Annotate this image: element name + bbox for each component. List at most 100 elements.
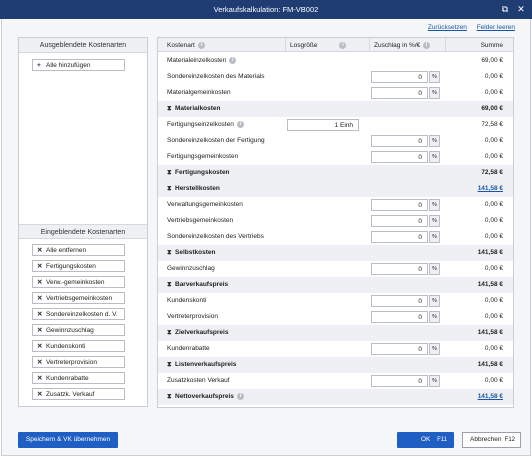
column-divider <box>445 38 446 52</box>
shown-cost-label: Kundenskonti <box>46 343 86 350</box>
remove-icon: ✕ <box>37 375 43 382</box>
ok-button[interactable]: OK F11 <box>397 432 454 448</box>
row-label: Sondereinzelkosten des Vertriebs <box>167 233 264 240</box>
surcharge-input[interactable]: 0 <box>371 151 428 163</box>
unit-toggle[interactable]: % <box>429 295 440 307</box>
info-icon[interactable]: i <box>229 57 237 64</box>
shown-cost-item[interactable]: ✕ Sondereinzelkosten d. V. <box>32 308 125 320</box>
shown-cost-item[interactable]: ✕ Fertigungskosten <box>32 260 125 272</box>
row-label: Verwaltungsgemeinkosten <box>167 201 243 208</box>
row-label-text: Barverkaufspreis <box>175 281 229 288</box>
sum-link[interactable]: 141,58 € <box>478 185 503 192</box>
info-icon[interactable]: i <box>236 393 244 400</box>
row-label-text: Sondereinzelkosten des Materials <box>167 73 265 80</box>
row-sum: 0,00 € <box>484 233 503 240</box>
shown-cost-item[interactable]: ✕ Zusatzk. Verkauf <box>32 388 125 400</box>
row-sum: 141,58 € <box>477 329 503 336</box>
unit-toggle[interactable]: % <box>429 343 440 355</box>
shown-cost-label: Gewinnzuschlag <box>46 327 94 334</box>
row-sum: 0,00 € <box>484 201 503 208</box>
unit-toggle[interactable]: % <box>429 135 440 147</box>
clear-fields-link[interactable]: Felder leeren <box>477 24 515 31</box>
surcharge-input[interactable]: 0 <box>371 71 428 83</box>
unit-toggle[interactable]: % <box>429 151 440 163</box>
shown-cost-item[interactable]: ✕ Gewinnzuschlag <box>32 324 125 336</box>
row-label: Vertriebsgemeinkosten <box>167 217 233 224</box>
shown-cost-item[interactable]: ✕ Kundenskonti <box>32 340 125 352</box>
table-row: Sondereinzelkosten der Fertigung 0% 0,00 € <box>158 133 513 149</box>
row-sum: 0,00 € <box>484 313 503 320</box>
popout-icon[interactable]: ⧉ <box>498 2 512 16</box>
surcharge-input[interactable]: 0 <box>371 263 428 275</box>
sum-icon: ⧗ <box>167 281 172 288</box>
info-icon[interactable]: i <box>423 42 431 49</box>
table-row: Fertigungsgemeinkosten 0% 0,00 € <box>158 149 513 165</box>
row-sum: 0,00 € <box>484 377 503 384</box>
row-label: Fertigungsgemeinkosten <box>167 153 238 160</box>
save-and-apply-vk-button[interactable]: Speichern & VK übernehmen <box>18 432 118 448</box>
shown-cost-item[interactable]: ✕ Vertreterprovision <box>32 356 125 368</box>
lot-size-input[interactable]: 1 Einh <box>287 119 359 131</box>
row-label-text: Kundenskonti <box>167 297 207 304</box>
unit-toggle[interactable]: % <box>429 87 440 99</box>
shown-cost-item[interactable]: ✕ Verw.-gemeinkosten <box>32 276 125 288</box>
sum-icon: ⧗ <box>167 329 172 336</box>
surcharge-input[interactable]: 0 <box>371 215 428 227</box>
plus-icon: + <box>37 62 41 69</box>
hidden-costs-title: Ausgeblendete Kostenarten <box>19 38 147 53</box>
unit-toggle[interactable]: % <box>429 199 440 211</box>
row-label: ⧗ Herstellkosten <box>167 185 220 193</box>
shown-cost-label: Vertreterprovision <box>46 359 97 366</box>
row-label-text: Zielverkaufspreis <box>175 329 229 336</box>
row-label-text: Selbstkosten <box>175 249 216 256</box>
subtotal-row: ⧗ Nettoverkaufspreis i 141,58 € <box>158 389 513 405</box>
row-sum: 141,58 € <box>477 361 503 368</box>
unit-toggle[interactable]: % <box>429 375 440 387</box>
shown-cost-item[interactable]: ✕ Kundenrabatte <box>32 372 125 384</box>
sum-icon: ⧗ <box>167 169 172 176</box>
shown-cost-item[interactable]: ✕ Vertriebsgemeinkosten <box>32 292 125 304</box>
unit-toggle[interactable]: % <box>429 71 440 83</box>
surcharge-input[interactable]: 0 <box>371 135 428 147</box>
close-icon[interactable]: ✕ <box>514 2 528 16</box>
surcharge-input[interactable]: 0 <box>371 87 428 99</box>
surcharge-input[interactable]: 0 <box>371 231 428 243</box>
cancel-button[interactable]: Abbrechen F12 <box>462 432 521 448</box>
row-sum: 0,00 € <box>484 297 503 304</box>
remove-all-button[interactable]: ✕ Alle entfernen <box>32 244 125 256</box>
subtotal-row: ⧗ Herstellkosten 141,58 € <box>158 181 513 197</box>
column-divider <box>369 38 370 52</box>
subtotal-row: ⧗ Selbstkosten 141,58 € <box>158 245 513 261</box>
sum-icon: ⧗ <box>167 185 172 192</box>
surcharge-input[interactable]: 0 <box>371 311 428 323</box>
reset-link[interactable]: Zurücksetzen <box>428 24 467 31</box>
subtotal-row: ⧗ Barverkaufspreis 141,58 € <box>158 277 513 293</box>
unit-toggle[interactable]: % <box>429 215 440 227</box>
row-label-text: Vertriebsgemeinkosten <box>167 217 234 224</box>
info-icon[interactable]: i <box>197 42 205 49</box>
remove-icon: ✕ <box>37 391 43 398</box>
surcharge-input[interactable]: 0 <box>371 375 428 387</box>
sum-link[interactable]: 141,58 € <box>478 393 503 400</box>
row-label-text: Fertigungseinzelkosten <box>167 121 234 129</box>
header-zuschlag: Zuschlag in %/€ i <box>374 42 431 49</box>
unit-toggle[interactable]: % <box>429 311 440 323</box>
surcharge-input[interactable]: 0 <box>371 295 428 307</box>
cancel-shortcut: F12 <box>504 437 515 443</box>
info-icon[interactable]: i <box>339 42 347 49</box>
table-row: Kundenskonti 0% 0,00 € <box>158 293 513 309</box>
info-icon[interactable]: i <box>236 121 244 128</box>
surcharge-input[interactable]: 0 <box>371 199 428 211</box>
window-title: Verkaufskalkulation: FM-VB002 <box>213 5 319 14</box>
table-row: Zusatzkosten Verkauf 0% 0,00 € <box>158 373 513 389</box>
surcharge-input[interactable]: 0 <box>371 343 428 355</box>
unit-toggle[interactable]: % <box>429 263 440 275</box>
row-label: Fertigungseinzelkosten i <box>167 121 244 128</box>
shown-cost-label: Fertigungskosten <box>46 263 96 270</box>
add-all-button[interactable]: + Alle hinzufügen <box>32 59 125 71</box>
remove-icon: ✕ <box>37 311 43 318</box>
row-label: Sondereinzelkosten der Fertigung <box>167 137 265 144</box>
row-label-text: Zusatzkosten Verkauf <box>167 377 230 384</box>
unit-toggle[interactable]: % <box>429 231 440 243</box>
sum-icon: ⧗ <box>167 393 172 401</box>
